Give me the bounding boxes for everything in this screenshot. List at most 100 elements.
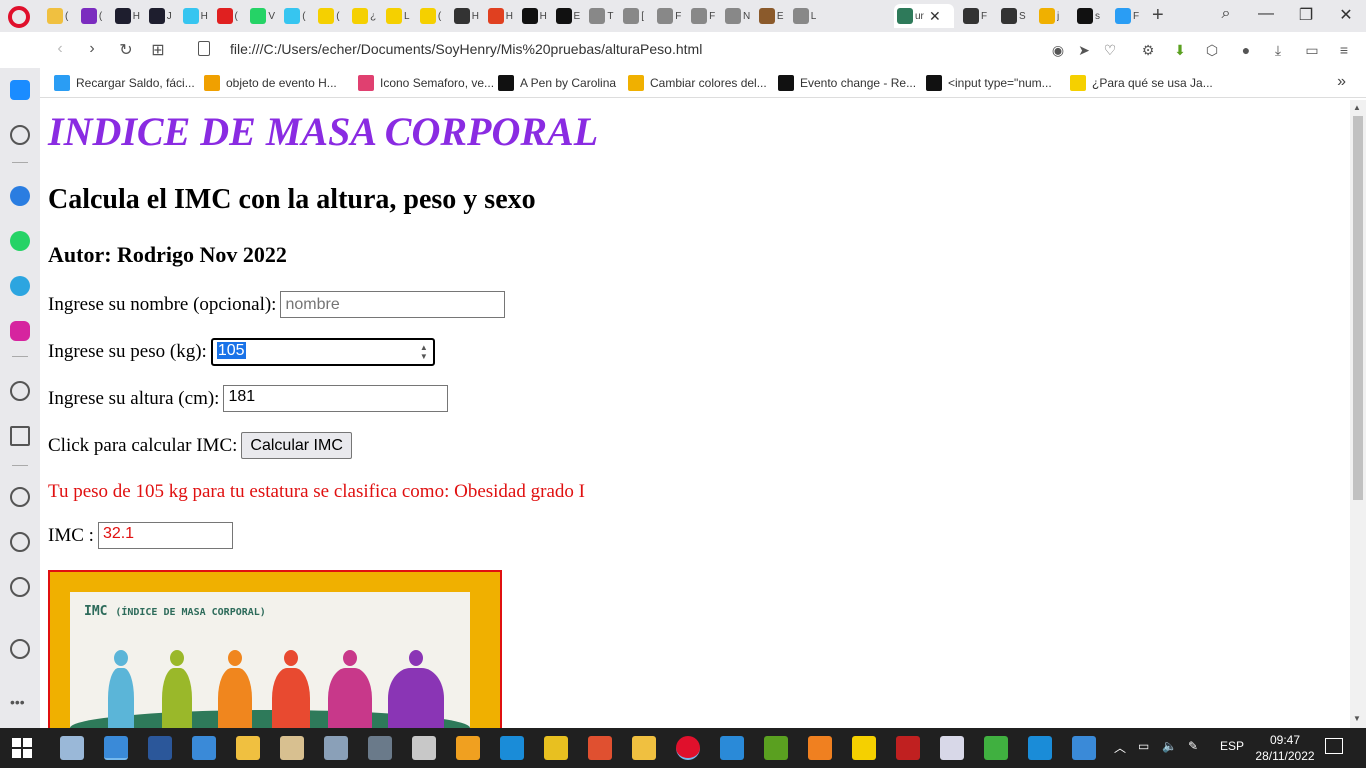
browser-tab[interactable]: (	[44, 4, 77, 28]
bookmark-item[interactable]: Cambiar colores del...	[628, 75, 767, 91]
browser-tab[interactable]: F	[960, 4, 993, 28]
browser-tab[interactable]: (	[214, 4, 247, 28]
whatsapp-icon[interactable]	[10, 231, 30, 251]
browser-tab[interactable]: T	[586, 4, 619, 28]
paint-app-icon[interactable]	[280, 736, 304, 760]
browser-tab[interactable]: F	[1112, 4, 1145, 28]
forward-button[interactable]: ›	[82, 40, 102, 58]
new-tab-button[interactable]: +	[1152, 4, 1164, 27]
height-input[interactable]: 181	[223, 385, 449, 412]
browser-tab[interactable]: H	[519, 4, 552, 28]
spiral-app-icon[interactable]	[940, 736, 964, 760]
history-icon[interactable]	[10, 532, 30, 552]
settings-app-icon[interactable]	[192, 736, 216, 760]
home-icon[interactable]	[10, 80, 30, 100]
bug-app-icon[interactable]	[896, 736, 920, 760]
palette-app-icon[interactable]	[984, 736, 1008, 760]
cube-icon[interactable]: ⬡	[1204, 42, 1220, 58]
file-explorer-app-icon[interactable]	[60, 736, 84, 760]
globe-app-icon[interactable]	[1072, 736, 1096, 760]
opera-app-icon[interactable]	[676, 736, 700, 760]
word-app-icon[interactable]	[148, 736, 172, 760]
close-tab-icon[interactable]: ✕	[929, 8, 941, 25]
star-app-icon[interactable]	[236, 736, 260, 760]
browser-tab[interactable]: H	[485, 4, 518, 28]
browser-tab[interactable]: (	[417, 4, 450, 28]
page-scrollbar[interactable]: ▲ ▼	[1350, 100, 1366, 728]
browser-tab[interactable]: L	[790, 4, 823, 28]
clock[interactable]: 09:47 28/11/2022	[1250, 732, 1320, 764]
player-icon[interactable]	[10, 381, 30, 401]
browser-tab[interactable]: L	[383, 4, 416, 28]
ink-app-icon[interactable]	[412, 736, 436, 760]
weight-input[interactable]: 105 ▲ ▼	[210, 338, 435, 366]
power-app-icon[interactable]	[456, 736, 480, 760]
chrome-app-icon[interactable]	[544, 736, 568, 760]
flow-icon[interactable]	[10, 426, 30, 446]
bookmarks-icon[interactable]	[10, 125, 30, 145]
browser-tab[interactable]: F	[654, 4, 687, 28]
extension-gear-icon[interactable]: ⚙	[1140, 42, 1156, 58]
downloads-icon[interactable]: ⤓	[1270, 42, 1286, 58]
browser-tab[interactable]: j	[1036, 4, 1069, 28]
browser-tab[interactable]: N	[722, 4, 755, 28]
tips-bulb-icon[interactable]	[10, 639, 30, 659]
browser-tab[interactable]: J	[146, 4, 179, 28]
weight-spinner-icon[interactable]: ▲ ▼	[419, 343, 429, 361]
battery-saver-icon[interactable]: ▭	[1304, 42, 1320, 58]
more-icon[interactable]: •••	[10, 694, 25, 710]
easy-setup-icon[interactable]: ≡	[1336, 42, 1352, 58]
pen-icon[interactable]: ✎	[1188, 739, 1198, 753]
sublime-app-icon[interactable]	[808, 736, 832, 760]
camera-app-icon[interactable]	[324, 736, 348, 760]
browser-tab[interactable]: F	[688, 4, 721, 28]
volume-icon[interactable]: 🔈	[1162, 739, 1177, 753]
bookmark-item[interactable]: Evento change - Re...	[778, 75, 916, 91]
name-input[interactable]	[280, 291, 506, 318]
url-field[interactable]: file:///C:/Users/echer/Documents/SoyHenr…	[230, 41, 702, 57]
speed-dial-icon[interactable]: ⊞	[148, 40, 168, 60]
scroll-thumb[interactable]	[1353, 116, 1363, 500]
vscode-app-icon[interactable]	[720, 736, 744, 760]
tray-chevron-icon[interactable]: ︿	[1114, 739, 1126, 756]
sticky-app-icon[interactable]	[852, 736, 876, 760]
calculator-app-icon[interactable]	[368, 736, 392, 760]
pinboard-heart-icon[interactable]	[10, 487, 30, 507]
telegram-icon[interactable]	[10, 276, 30, 296]
bookmark-item[interactable]: <input type="num...	[926, 75, 1052, 91]
instagram-icon[interactable]	[10, 321, 30, 341]
camera-icon[interactable]: ◉	[1050, 42, 1066, 58]
chart-app-icon[interactable]	[764, 736, 788, 760]
minimize-button[interactable]: —	[1256, 5, 1276, 23]
browser-tab[interactable]: H	[451, 4, 484, 28]
restore-button[interactable]: ❐	[1296, 5, 1316, 25]
tab-active[interactable]: ur ✕	[894, 4, 954, 28]
bookmark-item[interactable]: A Pen by Carolina	[498, 75, 616, 91]
browser-tab[interactable]: V	[247, 4, 280, 28]
browser-window-app-icon[interactable]	[104, 736, 128, 760]
bookmark-item[interactable]: ¿Para qué se usa Ja...	[1070, 75, 1213, 91]
browser-tab[interactable]: E	[553, 4, 586, 28]
imc-output[interactable]: 32.1	[97, 522, 233, 549]
h-app-icon[interactable]	[500, 736, 524, 760]
settings-icon[interactable]	[10, 577, 30, 597]
browser-tab[interactable]: (	[78, 4, 111, 28]
git-app-icon[interactable]	[588, 736, 612, 760]
profile-icon[interactable]: ●	[1238, 42, 1254, 58]
browser-tab[interactable]: H	[180, 4, 213, 28]
browser-tab[interactable]: (	[315, 4, 348, 28]
notifications-icon[interactable]	[1325, 738, 1343, 754]
heart-icon[interactable]: ♡	[1102, 42, 1118, 58]
browser-tab[interactable]: ¿	[349, 4, 382, 28]
bookmark-item[interactable]: Recargar Saldo, fáci...	[54, 75, 195, 91]
windows-start-icon[interactable]	[12, 738, 32, 758]
scroll-down-icon[interactable]: ▼	[1353, 714, 1361, 723]
scroll-up-icon[interactable]: ▲	[1353, 103, 1361, 112]
search-tabs-icon[interactable]: ⌕	[1216, 5, 1236, 23]
bookmarks-more-icon[interactable]: »	[1337, 73, 1346, 91]
browser-tab[interactable]: S	[998, 4, 1031, 28]
folder-app-icon[interactable]	[632, 736, 656, 760]
language-indicator[interactable]: ESP	[1220, 739, 1244, 753]
vc-app-icon[interactable]	[1028, 736, 1052, 760]
back-button[interactable]: ‹	[50, 40, 70, 58]
